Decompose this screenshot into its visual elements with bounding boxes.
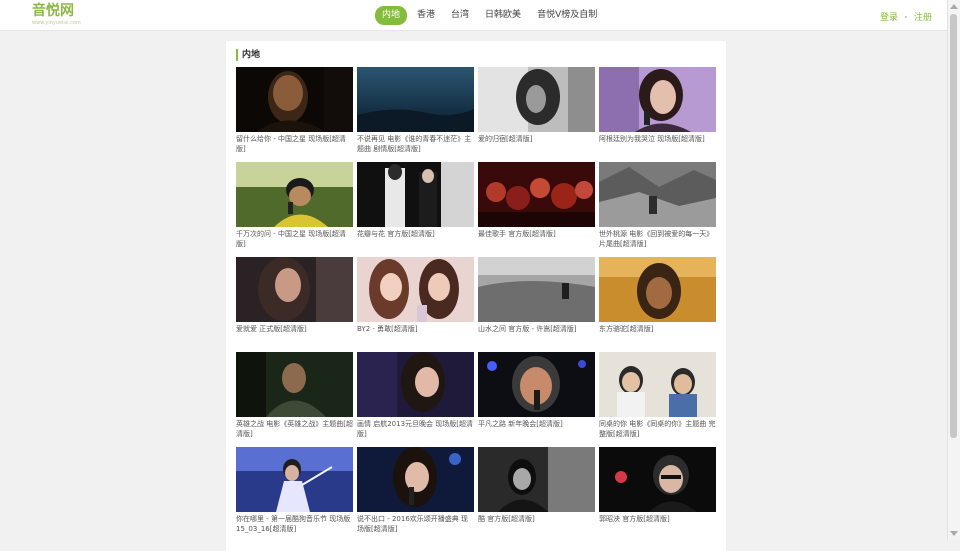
nav-tab-taiwan[interactable]: 台湾	[445, 6, 475, 25]
video-card[interactable]: BY2 - 勇敢[超清版]	[357, 257, 474, 352]
video-title[interactable]: 最佳歌手 官方版[超清版]	[478, 230, 595, 240]
video-title[interactable]: 留什么给你 - 中国之星 现场版[超清版]	[236, 135, 353, 154]
video-thumbnail[interactable]	[357, 447, 474, 512]
register-link[interactable]: 注册	[914, 10, 932, 23]
video-title[interactable]: 阿根廷别为我哭泣 现场版[超清版]	[599, 135, 716, 145]
video-title[interactable]: 平凡之路 新年晚会[超清版]	[478, 420, 595, 430]
video-card[interactable]: 最佳歌手 官方版[超清版]	[478, 162, 595, 257]
video-card[interactable]: 爱就爱 正式版[超清版]	[236, 257, 353, 352]
video-title[interactable]: 你在哪里 - 第一届酷狗音乐节 现场版 15_03_16[超清版]	[236, 515, 353, 534]
video-thumbnail[interactable]	[357, 162, 474, 227]
video-title[interactable]: 花瓣与花 官方版[超清版]	[357, 230, 474, 240]
nav-tab-vchart-original[interactable]: 音悦V榜及自制	[531, 6, 603, 25]
video-thumbnail[interactable]	[478, 447, 595, 512]
video-card[interactable]: 同桌的你 电影《同桌的你》主题曲 完整版[超清版]	[599, 352, 716, 447]
video-thumbnail[interactable]	[357, 67, 474, 132]
video-thumbnail[interactable]	[599, 67, 716, 132]
logo-subtext: www.yinyuetai.com	[32, 20, 81, 26]
video-grid: 留什么给你 - 中国之星 现场版[超清版] 不说再见 电影《谁的青春不迷茫》主题…	[236, 67, 718, 542]
video-card[interactable]: 不说再见 电影《谁的青春不迷茫》主题曲 剧情版[超清版]	[357, 67, 474, 162]
scroll-down-arrow-icon[interactable]	[950, 531, 958, 536]
video-title[interactable]: 东方骆驼[超清版]	[599, 325, 716, 335]
video-title[interactable]: 不说再见 电影《谁的青春不迷茫》主题曲 剧情版[超清版]	[357, 135, 474, 154]
top-navigation-bar: 音悦网 www.yinyuetai.com 内地 香港 台湾 日韩欧美 音悦V榜…	[0, 0, 948, 31]
video-card[interactable]: 酷 官方版[超清版]	[478, 447, 595, 542]
scroll-up-arrow-icon[interactable]	[950, 4, 958, 9]
video-title[interactable]: 说不出口 - 2016欢乐颂开播盛典 现场版[超清版]	[357, 515, 474, 534]
video-card[interactable]: 世外桃源 电影《回到被爱的每一天》片尾曲[超清版]	[599, 162, 716, 257]
video-thumbnail[interactable]	[599, 447, 716, 512]
video-thumbnail[interactable]	[236, 257, 353, 322]
video-card[interactable]: 阿根廷别为我哭泣 现场版[超清版]	[599, 67, 716, 162]
video-card[interactable]: 山水之间 官方版 - 许嵩[超清版]	[478, 257, 595, 352]
video-title[interactable]: BY2 - 勇敢[超清版]	[357, 325, 474, 335]
video-thumbnail[interactable]	[599, 162, 716, 227]
video-title[interactable]: 千万次的问 - 中国之星 现场版[超清版]	[236, 230, 353, 249]
video-thumbnail[interactable]	[357, 352, 474, 417]
video-thumbnail[interactable]	[236, 162, 353, 227]
video-thumbnail[interactable]	[599, 257, 716, 322]
login-link[interactable]: 登录	[880, 10, 898, 23]
nav-tab-jpkr-western[interactable]: 日韩欧美	[479, 6, 527, 25]
video-card[interactable]: 郭昭泱 官方版[超清版]	[599, 447, 716, 542]
video-card[interactable]: 千万次的问 - 中国之星 现场版[超清版]	[236, 162, 353, 257]
video-title[interactable]: 爱就爱 正式版[超清版]	[236, 325, 353, 335]
video-thumbnail[interactable]	[236, 352, 353, 417]
video-card[interactable]: 画情 启航2013元旦晚会 现场版[超清版]	[357, 352, 474, 447]
video-thumbnail[interactable]	[599, 352, 716, 417]
category-nav: 内地 香港 台湾 日韩欧美 音悦V榜及自制	[375, 6, 607, 25]
video-title[interactable]: 爱的归宿[超清版]	[478, 135, 595, 145]
video-title[interactable]: 酷 官方版[超清版]	[478, 515, 595, 525]
video-card[interactable]: 花瓣与花 官方版[超清版]	[357, 162, 474, 257]
video-card[interactable]: 你在哪里 - 第一届酷狗音乐节 现场版 15_03_16[超清版]	[236, 447, 353, 542]
nav-tab-hongkong[interactable]: 香港	[411, 6, 441, 25]
video-card[interactable]: 东方骆驼[超清版]	[599, 257, 716, 352]
auth-separator	[904, 15, 907, 18]
video-thumbnail[interactable]	[478, 352, 595, 417]
video-card[interactable]: 爱的归宿[超清版]	[478, 67, 595, 162]
site-logo[interactable]: 音悦网 www.yinyuetai.com	[32, 4, 92, 28]
scroll-thumb[interactable]	[950, 14, 957, 438]
video-title[interactable]: 世外桃源 电影《回到被爱的每一天》片尾曲[超清版]	[599, 230, 716, 249]
video-thumbnail[interactable]	[357, 257, 474, 322]
video-title[interactable]: 郭昭泱 官方版[超清版]	[599, 515, 716, 525]
video-card[interactable]: 平凡之路 新年晚会[超清版]	[478, 352, 595, 447]
video-title[interactable]: 英雄之战 电影《英雄之战》主题曲[超清版]	[236, 420, 353, 439]
video-card[interactable]: 说不出口 - 2016欢乐颂开播盛典 现场版[超清版]	[357, 447, 474, 542]
page-scrollbar[interactable]	[947, 0, 960, 540]
section-title: 内地	[236, 49, 260, 61]
video-thumbnail[interactable]	[478, 67, 595, 132]
nav-tab-mainland[interactable]: 内地	[375, 6, 408, 25]
video-title[interactable]: 画情 启航2013元旦晚会 现场版[超清版]	[357, 420, 474, 439]
video-title[interactable]: 山水之间 官方版 - 许嵩[超清版]	[478, 325, 595, 335]
video-title[interactable]: 同桌的你 电影《同桌的你》主题曲 完整版[超清版]	[599, 420, 716, 439]
video-list-panel: 内地 留什么给你 - 中国之星 现场版[超清版] 不说再见 电影《谁的青春不迷茫…	[226, 41, 726, 551]
logo-text: 音悦网	[32, 3, 74, 19]
video-card[interactable]: 留什么给你 - 中国之星 现场版[超清版]	[236, 67, 353, 162]
auth-links: 登录 注册	[880, 10, 932, 23]
video-card[interactable]: 英雄之战 电影《英雄之战》主题曲[超清版]	[236, 352, 353, 447]
video-thumbnail[interactable]	[478, 162, 595, 227]
video-thumbnail[interactable]	[236, 447, 353, 512]
video-thumbnail[interactable]	[236, 67, 353, 132]
video-thumbnail[interactable]	[478, 257, 595, 322]
